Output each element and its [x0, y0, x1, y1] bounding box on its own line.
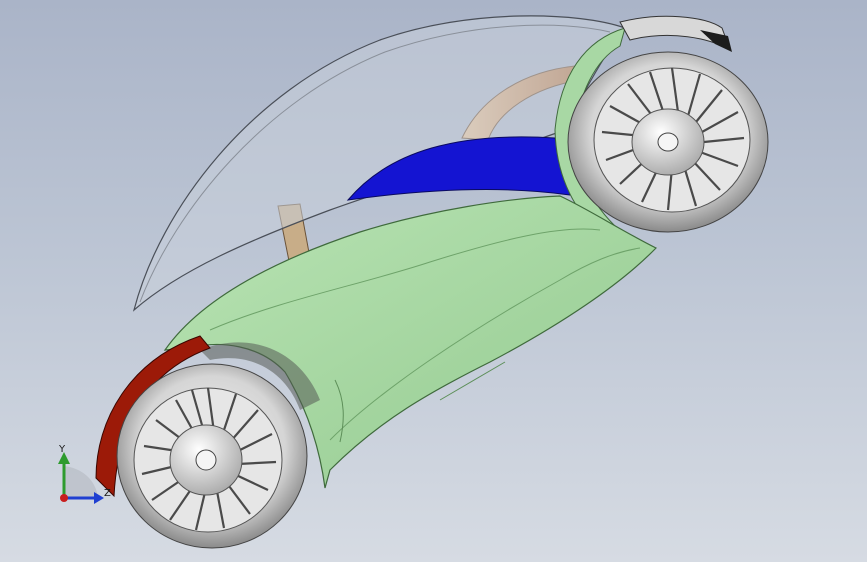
- triad-y-label: Y: [58, 444, 66, 455]
- model-scene[interactable]: Y Z: [0, 0, 867, 562]
- triad-z-label: Z: [104, 488, 111, 499]
- triad-z-arrow: [94, 492, 104, 504]
- triad-x-dot: [60, 494, 68, 502]
- 3d-viewport[interactable]: Y Z: [0, 0, 867, 562]
- triad-plane: [64, 466, 98, 498]
- wheel-front[interactable]: [116, 363, 308, 549]
- wheel-rear[interactable]: [567, 51, 769, 233]
